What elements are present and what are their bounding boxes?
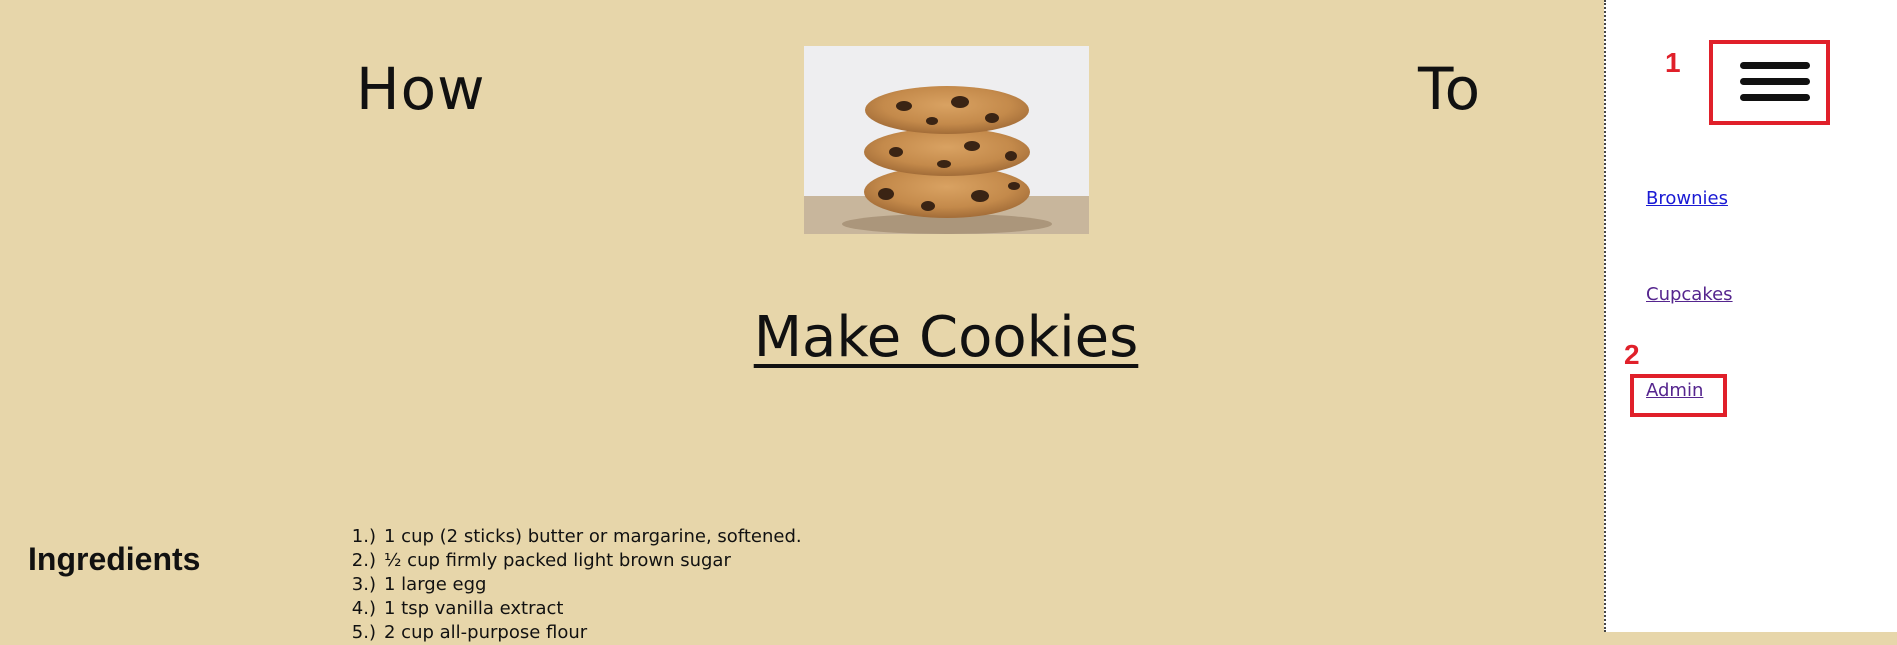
nav-link-cupcakes[interactable]: Cupcakes: [1646, 284, 1733, 305]
cookies-image: [804, 46, 1089, 234]
menu-bar: [1740, 94, 1810, 101]
main-content: How To Make Cookies Ingredients 1.) 1 cu…: [0, 0, 1604, 643]
list-item-text: 1 tsp vanilla extract: [384, 598, 564, 619]
list-item-number: 3.): [351, 574, 376, 595]
list-item-number: 4.): [351, 598, 376, 619]
menu-bar: [1740, 62, 1810, 69]
title-word-how: How: [356, 55, 486, 123]
ingredients-heading: Ingredients: [28, 541, 201, 577]
list-item-number: 2.): [351, 550, 376, 571]
list-item-number: 1.): [351, 526, 376, 547]
annotation-marker-1: 1: [1665, 47, 1681, 78]
cookie-stack-illustration: [804, 46, 1089, 234]
list-item: 5.) 2 cup all-purpose flour: [340, 621, 802, 645]
list-item-text: 1 cup (2 sticks) butter or margarine, so…: [384, 526, 802, 547]
nav-link-admin[interactable]: Admin: [1646, 380, 1703, 401]
list-item: 4.) 1 tsp vanilla extract: [340, 597, 802, 621]
nav-link-brownies[interactable]: Brownies: [1646, 188, 1728, 209]
hamburger-menu-button[interactable]: [1709, 40, 1830, 125]
list-item-text: ½ cup firmly packed light brown sugar: [384, 550, 731, 571]
list-item: 3.) 1 large egg: [340, 573, 802, 597]
sidebar-nav: 1 Brownies Cupcakes 2 Admin: [1604, 0, 1897, 632]
menu-bar: [1740, 78, 1810, 85]
list-item-text: 2 cup all-purpose flour: [384, 622, 588, 643]
list-item: 1.) 1 cup (2 sticks) butter or margarine,…: [340, 525, 802, 549]
annotation-marker-2: 2: [1624, 339, 1640, 370]
title-word-to: To: [1418, 55, 1482, 123]
ingredient-list: 1.) 1 cup (2 sticks) butter or margarine,…: [340, 525, 802, 645]
list-item: 2.) ½ cup firmly packed light brown sugar: [340, 549, 802, 573]
list-item-text: 1 large egg: [384, 574, 487, 595]
list-item-number: 5.): [351, 622, 376, 643]
